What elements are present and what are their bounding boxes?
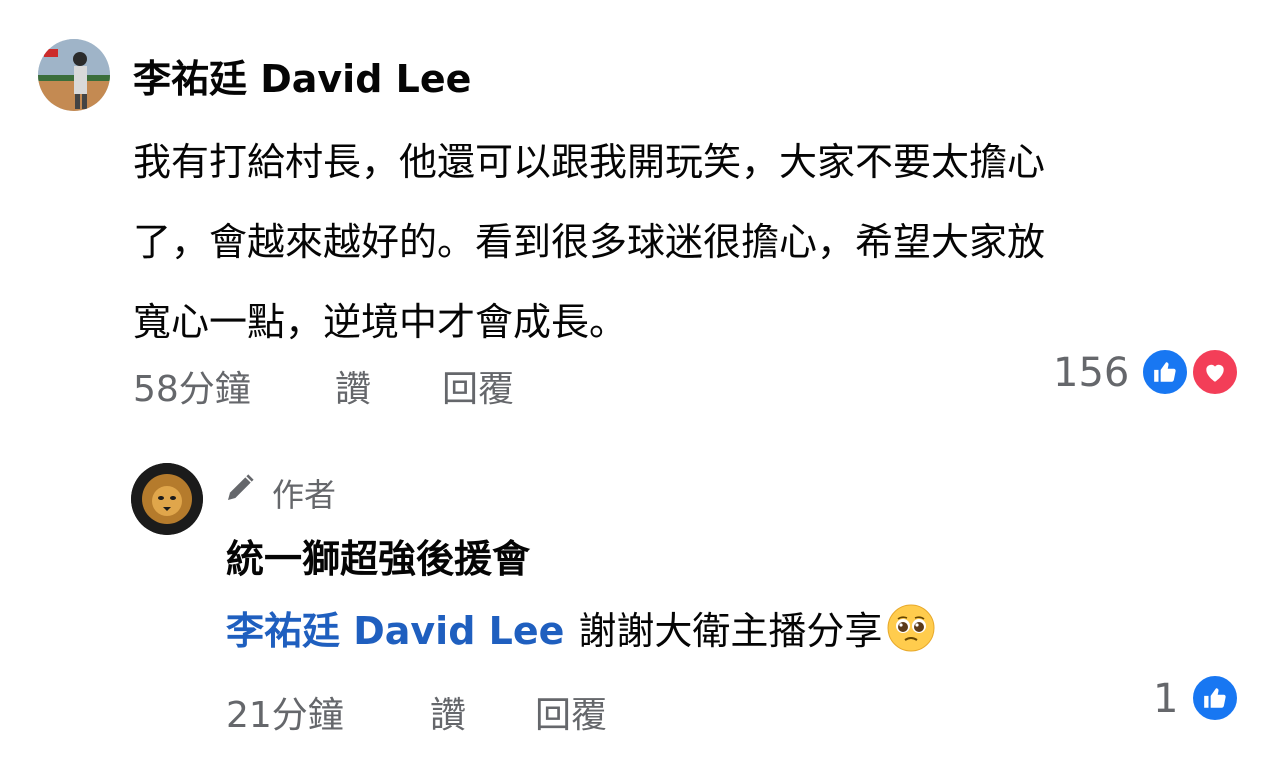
comment-line: 寬心一點，逆境中才會成長。 [133, 300, 628, 344]
like-button[interactable]: 讚 [335, 360, 371, 412]
reply-reaction-count[interactable]: 1 [1153, 676, 1178, 722]
comment-line: 了，會越來越好的。看到很多球迷很擔心，希望大家放 [133, 220, 1046, 264]
reply-reply-button[interactable]: 回覆 [535, 686, 607, 738]
reply-button[interactable]: 回覆 [442, 360, 514, 412]
pencil-icon [224, 472, 256, 504]
author-badge: 作者 [272, 476, 337, 514]
comment-timestamp[interactable]: 58分鐘 [133, 360, 251, 412]
love-icon [1190, 347, 1240, 397]
like-icon [1140, 347, 1190, 397]
avatar-lions-fanclub[interactable] [131, 463, 203, 535]
reply-body: 李祐廷 David Lee 謝謝大衛主播分享 [226, 600, 936, 655]
reply-text: 謝謝大衛主播分享 [578, 609, 883, 653]
avatar-david-lee[interactable] [38, 39, 110, 111]
reaction-count[interactable]: 156 [1053, 350, 1129, 396]
pleading-face-emoji [886, 603, 936, 653]
comment-body: 我有打給村長，他還可以跟我開玩笑，大家不要太擔心 了，會越來越好的。看到很多球迷… [133, 122, 1213, 362]
mention-link[interactable]: 李祐廷 David Lee [226, 600, 564, 655]
comment-line: 我有打給村長，他還可以跟我開玩笑，大家不要太擔心 [133, 140, 1046, 184]
comment-author-name[interactable]: 李祐廷 David Lee [133, 48, 471, 103]
like-icon [1190, 673, 1240, 723]
reply-like-button[interactable]: 讚 [430, 686, 466, 738]
reply-author-name[interactable]: 統一獅超強後援會 [226, 528, 530, 583]
reply-timestamp[interactable]: 21分鐘 [226, 686, 344, 738]
